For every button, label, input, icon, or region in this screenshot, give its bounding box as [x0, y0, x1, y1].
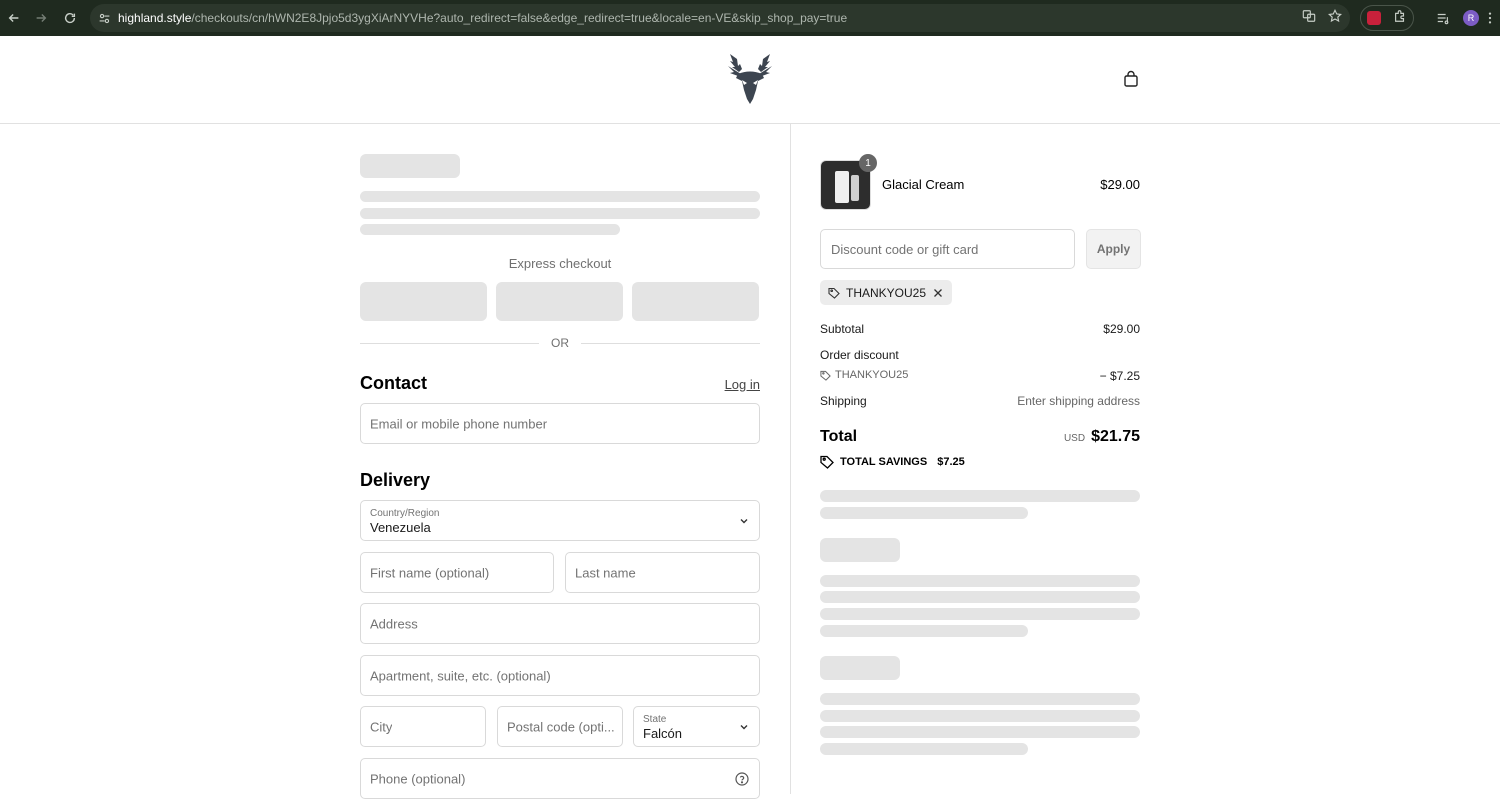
product-price: $29.00	[1100, 177, 1140, 192]
skeleton-line	[360, 224, 620, 235]
country-select[interactable]: Country/Region Venezuela	[360, 500, 760, 541]
column-divider	[790, 124, 791, 794]
apartment-placeholder: Apartment, suite, etc. (optional)	[370, 668, 551, 683]
applied-discount-chip: THANKYOU25	[820, 280, 953, 305]
skeleton-line	[820, 591, 1140, 603]
tag-icon	[820, 370, 831, 381]
last-name-field[interactable]: Last name	[565, 552, 760, 593]
tag-icon	[828, 287, 840, 299]
state-select[interactable]: State Falcón	[633, 706, 760, 747]
applied-discount-code: THANKYOU25	[846, 285, 927, 300]
order-discount-code-text: THANKYOU25	[835, 369, 909, 381]
phone-field[interactable]: Phone (optional)	[360, 758, 760, 799]
skeleton-line	[820, 693, 1140, 705]
subtotal-value: $29.00	[1103, 322, 1140, 336]
skeleton-line	[820, 608, 1140, 620]
order-discount-code: THANKYOU25	[820, 369, 908, 381]
total-savings: TOTAL SAVINGS $7.25	[820, 455, 965, 469]
express-pay-button-placeholder[interactable]	[632, 282, 759, 321]
discount-placeholder: Discount code or gift card	[831, 242, 979, 257]
apartment-field[interactable]: Apartment, suite, etc. (optional)	[360, 655, 760, 696]
chevron-down-icon	[740, 518, 748, 523]
savings-value: $7.25	[937, 456, 965, 468]
city-placeholder: City	[370, 719, 393, 734]
tag-icon	[820, 455, 834, 469]
first-name-field[interactable]: First name (optional)	[360, 552, 554, 593]
skeleton-line	[820, 710, 1140, 722]
country-value: Venezuela	[370, 520, 431, 535]
postal-code-field[interactable]: Postal code (opti...	[497, 706, 623, 747]
extensions-puzzle-icon[interactable]	[1393, 9, 1407, 28]
email-placeholder: Email or mobile phone number	[370, 416, 548, 431]
shipping-label: Shipping	[820, 394, 867, 408]
skeleton-line	[820, 726, 1140, 738]
ublock-shield-icon[interactable]	[1367, 11, 1381, 25]
extensions-group	[1360, 5, 1414, 31]
email-field[interactable]: Email or mobile phone number	[360, 403, 760, 444]
skeleton-line	[820, 743, 1028, 755]
url-text: highland.style/checkouts/cn/hWN2E8Jpjo5d…	[118, 11, 847, 25]
or-divider: OR	[360, 336, 760, 350]
total-label: Total	[820, 428, 858, 445]
skeleton-line	[820, 575, 1140, 587]
total-amount: USD $21.75	[960, 428, 1140, 446]
last-name-placeholder: Last name	[575, 565, 636, 580]
translate-icon[interactable]	[1302, 9, 1316, 28]
quantity-badge: 1	[859, 154, 877, 172]
browser-menu-icon[interactable]	[1488, 0, 1492, 36]
country-label: Country/Region	[370, 508, 440, 519]
skeleton-line	[820, 507, 1028, 519]
first-name-placeholder: First name (optional)	[370, 565, 490, 580]
browser-toolbar: highland.style/checkouts/cn/hWN2E8Jpjo5d…	[0, 0, 1500, 36]
reload-icon[interactable]	[56, 4, 84, 32]
login-link[interactable]: Log in	[700, 377, 760, 392]
skeleton-line	[360, 191, 760, 202]
shopping-bag-icon[interactable]	[1122, 70, 1140, 88]
back-icon[interactable]	[0, 4, 28, 32]
media-control-icon[interactable]	[1436, 0, 1450, 36]
contact-title: Contact	[360, 373, 427, 393]
savings-label: TOTAL SAVINGS	[840, 456, 928, 468]
apply-discount-button[interactable]: Apply	[1086, 229, 1141, 269]
skeleton-line	[820, 625, 1028, 637]
express-checkout-label: Express checkout	[508, 256, 612, 271]
skeleton-line	[820, 490, 1140, 502]
url-path: /checkouts/cn/hWN2E8Jpjo5d3ygXiArNYVHe?a…	[191, 11, 848, 25]
forward-icon[interactable]	[27, 4, 55, 32]
phone-placeholder: Phone (optional)	[370, 771, 466, 786]
address-bar[interactable]: highland.style/checkouts/cn/hWN2E8Jpjo5d…	[90, 4, 1350, 32]
state-label: State	[643, 714, 667, 725]
order-discount-value: − $7.25	[1099, 369, 1140, 383]
order-discount-label: Order discount	[820, 348, 899, 362]
express-pay-button-placeholder[interactable]	[496, 282, 623, 321]
postal-code-placeholder: Postal code (opti...	[507, 719, 615, 734]
discount-code-input[interactable]: Discount code or gift card	[820, 229, 1075, 269]
site-settings-icon[interactable]	[90, 12, 118, 25]
skeleton-heading	[820, 538, 900, 562]
total-currency: USD	[1063, 433, 1086, 444]
address-field[interactable]: Address	[360, 603, 760, 644]
close-icon[interactable]	[932, 287, 944, 299]
skeleton-line	[360, 208, 760, 219]
deer-head-icon[interactable]	[724, 52, 776, 106]
skeleton-heading	[360, 154, 460, 178]
store-header	[0, 36, 1500, 124]
express-pay-button-placeholder[interactable]	[360, 282, 487, 321]
skeleton-heading	[820, 656, 900, 680]
product-name: Glacial Cream	[882, 177, 965, 192]
state-value: Falcón	[643, 726, 683, 741]
chevron-down-icon	[740, 724, 748, 729]
address-placeholder: Address	[370, 616, 418, 631]
total-value: $21.75	[1091, 428, 1140, 445]
shipping-value: Enter shipping address	[1017, 394, 1140, 408]
city-field[interactable]: City	[360, 706, 486, 747]
delivery-title: Delivery	[360, 470, 431, 490]
profile-avatar[interactable]: R	[1463, 10, 1479, 26]
url-host: highland.style	[118, 11, 192, 25]
help-circle-icon[interactable]	[735, 771, 749, 786]
or-label: OR	[551, 336, 569, 350]
bookmark-star-icon[interactable]	[1327, 8, 1343, 28]
subtotal-label: Subtotal	[820, 322, 865, 336]
